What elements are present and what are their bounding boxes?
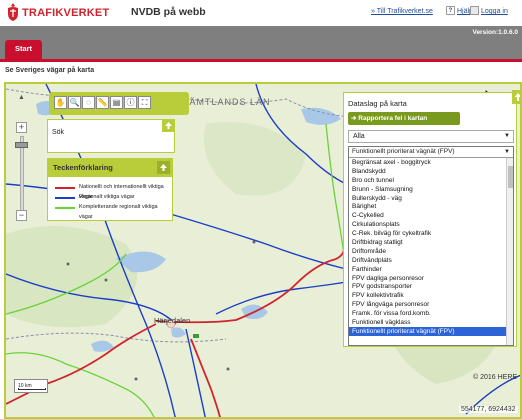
region-label: JÄMTLANDS LÄN	[184, 97, 271, 107]
list-option[interactable]: Farthinder	[349, 265, 513, 274]
tab-start[interactable]: Start	[5, 40, 42, 59]
dataslag-listbox[interactable]: Funktionellt prioriterat vägnät (FPV) ▼ …	[348, 146, 514, 346]
lasso-icon[interactable]: ◌	[82, 96, 95, 109]
list-option[interactable]: C-Cykelled	[349, 211, 513, 220]
legend-panel: Teckenförklaring Nationellt och internat…	[47, 158, 173, 221]
fullscreen-icon[interactable]: ⛶	[138, 96, 151, 109]
list-option[interactable]: Cirkulationsplats	[349, 220, 513, 229]
trafikverket-logo-icon	[8, 3, 18, 21]
dataslag-panel: Dataslag på karta ➔ Rapportera fel i kar…	[343, 92, 517, 347]
report-error-button[interactable]: ➔ Rapportera fel i kartan	[348, 112, 460, 125]
list-option[interactable]: FPV långväga personresor	[349, 300, 513, 309]
list-option[interactable]: Bullerskydd - väg	[349, 194, 513, 203]
dataslag-collapse-arrow-icon[interactable]	[512, 90, 522, 104]
layers-icon[interactable]: ▤	[110, 96, 123, 109]
login-icon[interactable]	[470, 6, 479, 15]
listbox-selected-value[interactable]: Funktionellt prioriterat vägnät (FPV) ▼	[349, 147, 513, 158]
scale-line	[18, 388, 46, 390]
map-view[interactable]: JÄMTLANDS LÄN Härjedalen ▲ + − ✋ 🔍 ◌ 📏 ▤ ⓘ ⛶ S…	[4, 82, 522, 419]
legend-swatch	[55, 187, 75, 189]
search-label: Sök	[52, 129, 65, 136]
list-option[interactable]: FPV dagliga personresor	[349, 274, 513, 283]
measure-icon[interactable]: 📏	[96, 96, 109, 109]
scrollbar-thumb[interactable]	[508, 166, 513, 188]
map-toolbar: ✋ 🔍 ◌ 📏 ▤ ⓘ ⛶	[49, 92, 189, 115]
list-option[interactable]: Bärighet	[349, 202, 513, 211]
listbox-scrollbar[interactable]	[506, 158, 513, 345]
dropdown-arrow-icon: ▼	[504, 133, 510, 139]
zoom-in-button[interactable]: +	[16, 122, 27, 133]
help-icon[interactable]: ?	[446, 6, 455, 15]
search-panel[interactable]: Sök	[47, 119, 175, 153]
page-subtitle: Se Sveriges vägar på karta	[5, 67, 95, 74]
legend-item: Regionalt viktiga vägar	[48, 192, 172, 202]
list-option[interactable]: Driftbidrag statligt	[349, 238, 513, 247]
legend-collapse-arrow-icon[interactable]	[157, 161, 170, 174]
legend-swatch	[55, 197, 75, 199]
dropdown-arrow-icon: ▼	[504, 149, 510, 155]
info-icon[interactable]: ⓘ	[124, 96, 137, 109]
pan-north-button[interactable]: ▲	[17, 94, 26, 103]
list-option[interactable]: Bro och tunnel	[349, 176, 513, 185]
list-option[interactable]: Blandskydd	[349, 167, 513, 176]
list-option[interactable]: FPV kollektivtrafik	[349, 291, 513, 300]
map-copyright: © 2016 HERE	[473, 374, 518, 381]
login-link[interactable]: Logga in	[481, 8, 508, 15]
legend-item-label: Regionalt viktiga vägar	[79, 194, 135, 200]
coordinate-readout: 554177, 6924432	[459, 406, 518, 413]
list-option[interactable]: Brunn - Slamsugning	[349, 185, 513, 194]
filter-value: Alla	[353, 133, 365, 140]
pan-hand-icon[interactable]: ✋	[54, 96, 67, 109]
version-label: Version:1.0.6.0	[472, 29, 518, 36]
list-option-selected[interactable]: Funktionellt prioriterat vägnät (FPV)	[349, 326, 513, 336]
dataslag-filter-select[interactable]: Alla ▼	[348, 130, 514, 143]
legend-item-label: Kompletterande regionalt viktiga vägar	[79, 204, 158, 220]
list-option[interactable]: C-Rek. bilväg för cykeltrafik	[349, 229, 513, 238]
top-bar: Version:1.0.6.0 Start	[0, 26, 522, 59]
list-option[interactable]: Driftområde	[349, 247, 513, 256]
list-option[interactable]: Funktionell vägklass	[349, 318, 513, 327]
dataslag-title: Dataslag på karta	[348, 99, 407, 108]
list-option[interactable]: FPV godstransporter	[349, 282, 513, 291]
accent-divider	[0, 59, 522, 62]
town-label: Härjedalen	[154, 316, 191, 325]
legend-title: Teckenförklaring	[48, 159, 172, 177]
link-trafikverket[interactable]: » Till Trafikverket.se	[371, 8, 433, 15]
scale-bar: 10 km	[14, 379, 48, 393]
legend-swatch	[55, 207, 75, 209]
zoom-out-button[interactable]: −	[16, 210, 27, 221]
zoom-slider[interactable]	[20, 136, 24, 218]
list-option[interactable]: Driftvändplats	[349, 256, 513, 265]
legend-item: Nationellt och internationellt viktiga v…	[48, 182, 172, 200]
listbox-selected-label: Funktionellt prioriterat vägnät (FPV)	[352, 148, 455, 155]
app-title: NVDB på webb	[131, 6, 206, 18]
search-collapse-arrow-icon[interactable]	[162, 119, 175, 132]
list-option[interactable]: Begränsat axel - boggitryck	[349, 158, 513, 167]
brand-name: TRAFIKVERKET	[22, 7, 110, 19]
report-error-label: Rapportera fel i kartan	[358, 115, 428, 122]
zoom-slider-handle[interactable]	[15, 142, 28, 148]
zoom-box-icon[interactable]: 🔍	[68, 96, 81, 109]
app-header: TRAFIKVERKET NVDB på webb » Till Trafikv…	[0, 0, 522, 26]
list-option[interactable]: Framk. för vissa ford.komb.	[349, 309, 513, 318]
legend-item: Kompletterande regionalt viktiga vägar	[48, 202, 172, 220]
